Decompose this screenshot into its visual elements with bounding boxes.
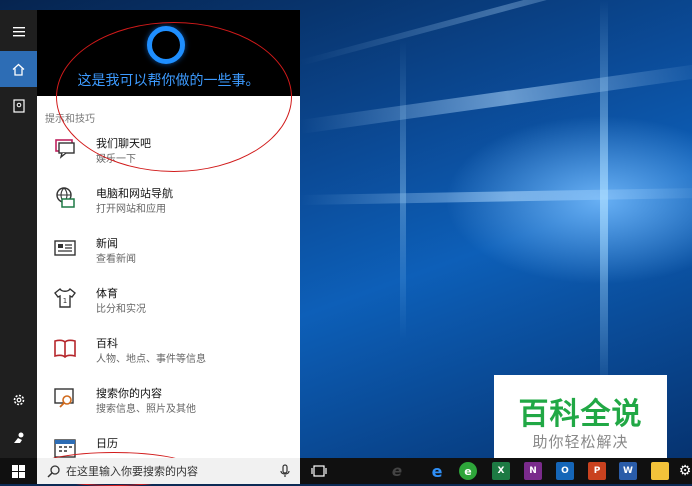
- taskbar: e e e X N O P W ⚙: [0, 458, 692, 484]
- cortana-panel: 这是我可以帮你做的一些事。 提示和技巧 我们聊天吧 娱乐一下 电脑和网站导航 打…: [37, 10, 300, 458]
- calendar-icon: [53, 436, 77, 458]
- tip-subtitle: 人物、地点、事件等信息: [96, 354, 206, 365]
- browser-360-icon[interactable]: e: [459, 462, 477, 480]
- tip-subtitle: 娱乐一下: [96, 154, 136, 165]
- chat-icon: [53, 136, 77, 160]
- taskbar-search-box[interactable]: [37, 458, 300, 484]
- cortana-header: 这是我可以帮你做的一些事。: [37, 10, 300, 96]
- book-icon: [53, 336, 77, 360]
- section-label: 提示和技巧: [45, 114, 95, 125]
- watermark-logo: 百科全说 助你轻松解决: [494, 375, 667, 458]
- search-content-icon: [53, 386, 77, 410]
- tip-item-search-content[interactable]: 搜索你的内容 搜索信息、照片及其他: [37, 374, 300, 424]
- search-input[interactable]: [66, 463, 271, 479]
- tip-subtitle: 查看新闻: [96, 254, 136, 265]
- onenote-icon[interactable]: N: [524, 462, 542, 480]
- tip-item-navigation[interactable]: 电脑和网站导航 打开网站和应用: [37, 174, 300, 224]
- hamburger-menu-icon[interactable]: [0, 14, 37, 50]
- tip-item-calendar[interactable]: 日历: [37, 424, 300, 458]
- tip-title: 新闻: [96, 237, 118, 250]
- tip-subtitle: 比分和实况: [96, 304, 146, 315]
- task-view-icon[interactable]: [310, 462, 328, 480]
- newspaper-icon: [53, 236, 77, 260]
- word-icon[interactable]: W: [619, 462, 637, 480]
- edge-icon[interactable]: e: [428, 462, 446, 481]
- ie-icon[interactable]: e: [388, 462, 406, 480]
- cortana-side-rail: [0, 10, 37, 458]
- cortana-header-title: 这是我可以帮你做的一些事。: [77, 73, 260, 89]
- windows-logo-icon: [12, 464, 25, 478]
- tip-title: 我们聊天吧: [96, 137, 151, 150]
- cortana-ring-icon: [147, 26, 185, 64]
- watermark-title: 百科全说: [518, 397, 643, 432]
- tip-title: 日历: [96, 437, 118, 450]
- excel-icon[interactable]: X: [492, 462, 510, 480]
- sticky-notes-icon[interactable]: [651, 462, 669, 480]
- globe-monitor-icon: [53, 186, 77, 210]
- watermark-subtitle: 助你轻松解决: [532, 433, 629, 451]
- jersey-icon: 1: [53, 286, 77, 310]
- powerpoint-icon[interactable]: P: [588, 462, 606, 480]
- tip-title: 搜索你的内容: [96, 387, 162, 400]
- microphone-icon[interactable]: [280, 464, 290, 478]
- home-icon[interactable]: [0, 51, 37, 87]
- outlook-icon[interactable]: O: [556, 462, 574, 480]
- tip-subtitle: 搜索信息、照片及其他: [96, 404, 196, 415]
- search-icon: [47, 465, 60, 478]
- tip-title: 体育: [96, 287, 118, 300]
- tip-item-encyclopedia[interactable]: 百科 人物、地点、事件等信息: [37, 324, 300, 374]
- tip-item-chat[interactable]: 我们聊天吧 娱乐一下: [37, 124, 300, 174]
- tip-item-news[interactable]: 新闻 查看新闻: [37, 224, 300, 274]
- svg-text:1: 1: [63, 297, 67, 305]
- settings-icon[interactable]: [0, 382, 37, 418]
- tip-title: 百科: [96, 337, 118, 350]
- start-button[interactable]: [0, 458, 37, 484]
- notebook-icon[interactable]: [0, 88, 37, 124]
- gear-icon[interactable]: ⚙: [678, 462, 692, 480]
- tip-item-sports[interactable]: 1 体育 比分和实况: [37, 274, 300, 324]
- tip-title: 电脑和网站导航: [96, 187, 173, 200]
- feedback-icon[interactable]: [0, 420, 37, 456]
- tip-subtitle: 打开网站和应用: [96, 204, 166, 215]
